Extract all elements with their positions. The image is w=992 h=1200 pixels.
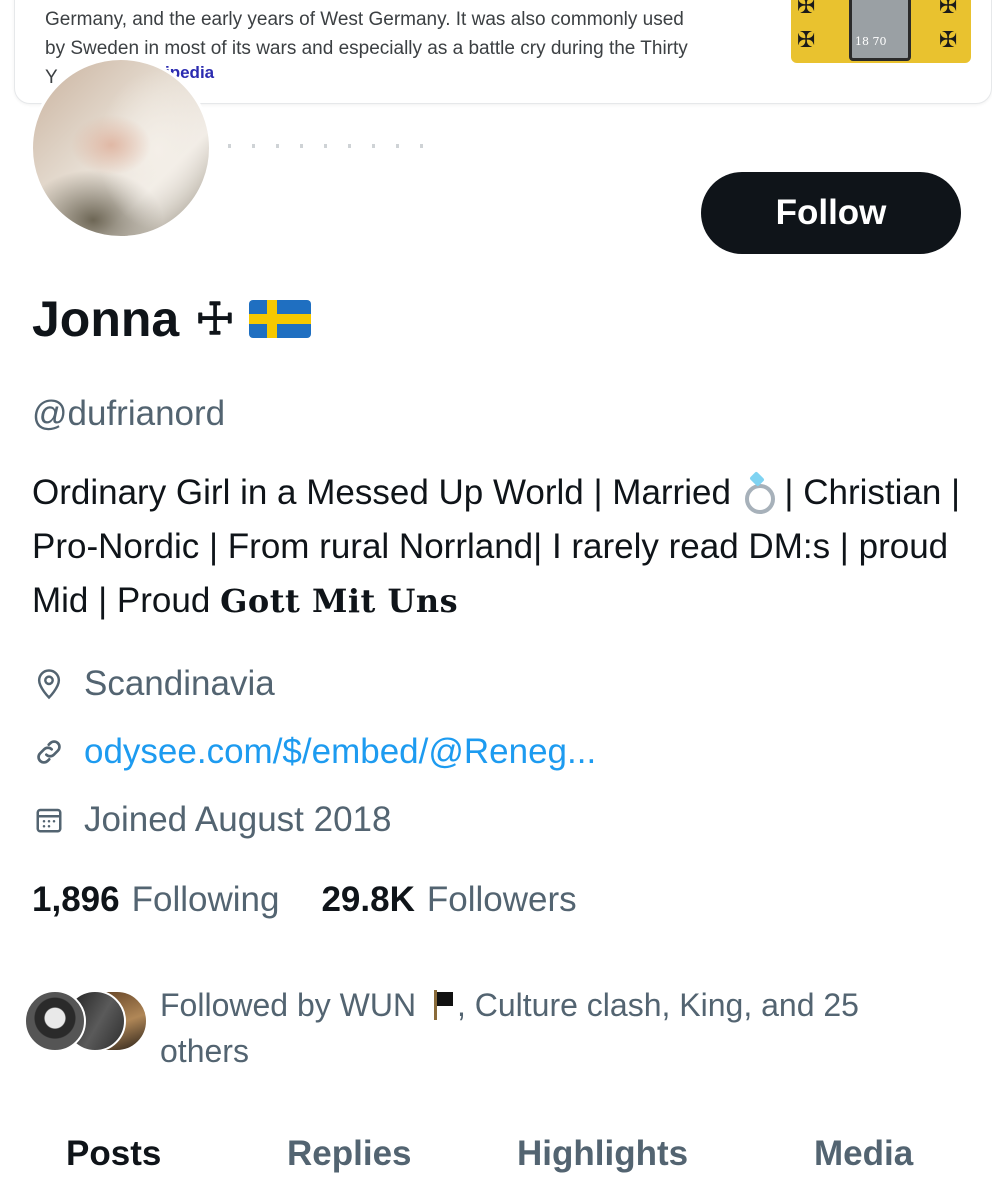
profile-joined: Joined August 2018	[32, 800, 391, 840]
tab-highlights[interactable]: Highlights	[517, 1134, 688, 1174]
followers-count: 29.8K	[321, 880, 415, 919]
black-flag-icon	[431, 990, 455, 1020]
tab-posts[interactable]: Posts	[66, 1134, 161, 1174]
followers-stat[interactable]: 29.8K Followers	[321, 880, 576, 920]
link-icon	[32, 735, 66, 769]
tab-media[interactable]: Media	[814, 1134, 913, 1174]
profile-avatar[interactable]	[30, 57, 212, 239]
followers-label: Followers	[426, 880, 577, 919]
eagle-icon: ✠	[797, 0, 816, 18]
profile-tabs: Posts Replies Highlights Media	[0, 1130, 992, 1190]
calendar-icon	[32, 803, 66, 837]
joined-text: Joined August 2018	[84, 800, 392, 839]
iron-cross-icon	[849, 0, 911, 61]
following-label: Following	[131, 880, 280, 919]
followed-by-text-1: Followed by WUN	[160, 987, 425, 1023]
bio-gothic-text: Gott Mit Uns	[220, 582, 459, 620]
wiki-image-year: 18 70	[855, 35, 887, 48]
location-pin-icon	[32, 667, 66, 701]
swedish-flag-icon	[248, 300, 311, 338]
eagle-icon: ✠	[797, 27, 816, 52]
website-link[interactable]: odysee.com/$/embed/@Reneg...	[84, 732, 596, 772]
profile-display-name: Jonna ☩	[32, 290, 311, 348]
profile-website[interactable]: odysee.com/$/embed/@Reneg...	[32, 732, 596, 772]
iron-cross-flag-image: ✠ ✠ ✠ ✠ 18 70	[791, 0, 971, 63]
cross-icon: ☩	[195, 293, 235, 345]
tab-replies[interactable]: Replies	[287, 1134, 412, 1174]
followed-by-text: Followed by WUN , Culture clash, King, a…	[160, 982, 940, 1074]
profile-stats: 1,896 Following 29.8K Followers	[32, 880, 619, 920]
wiki-text-line-2: by Sweden in most of its wars and especi…	[45, 38, 688, 59]
bio-text-1: Ordinary Girl in a Messed Up World | Mar…	[32, 473, 741, 512]
follow-button[interactable]: Follow	[701, 172, 961, 254]
location-text: Scandinavia	[84, 664, 275, 703]
ring-icon	[741, 474, 775, 514]
profile-handle: @dufrianord	[32, 394, 226, 433]
display-name-text: Jonna	[32, 291, 180, 347]
profile-location: Scandinavia	[32, 664, 275, 704]
wiki-text-line-1: Germany, and the early years of West Ger…	[45, 9, 684, 30]
eagle-icon: ✠	[939, 27, 958, 52]
following-count: 1,896	[32, 880, 120, 919]
avatar	[24, 990, 86, 1052]
followed-by-section[interactable]: Followed by WUN , Culture clash, King, a…	[24, 982, 940, 1074]
following-stat[interactable]: 1,896 Following	[32, 880, 279, 920]
followed-by-avatars	[24, 990, 150, 1054]
eagle-icon: ✠	[939, 0, 958, 18]
profile-bio: Ordinary Girl in a Messed Up World | Mar…	[32, 466, 962, 628]
divider	[228, 144, 438, 148]
